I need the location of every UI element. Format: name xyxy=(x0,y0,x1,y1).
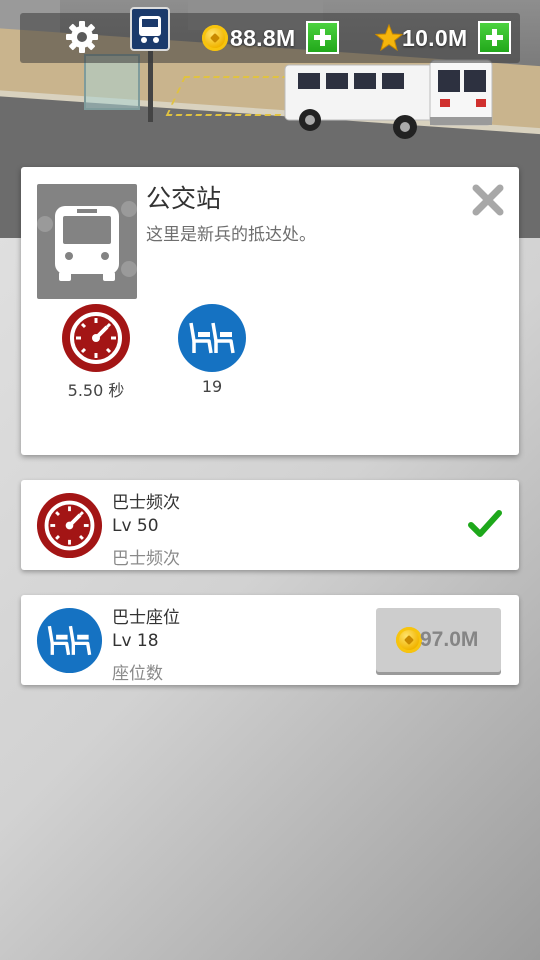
building-title: 公交站 xyxy=(146,184,222,213)
close-icon[interactable] xyxy=(471,183,505,217)
upgrade-row-bus-frequency: 巴士频次 Lv 50 巴士频次 xyxy=(21,480,519,570)
coins-balance: 88.8M xyxy=(230,25,296,51)
add-stars-button[interactable] xyxy=(478,21,511,54)
speedometer-icon xyxy=(36,492,103,559)
upgrade-row-bus-seats: 巴士座位 Lv 18 座位数 97.0M xyxy=(21,595,519,685)
bus-stop-sign-icon xyxy=(130,7,170,51)
upgrade-subtitle: 座位数 xyxy=(112,664,163,684)
stat-bus-frequency-value: 5.50 秒 xyxy=(67,381,125,400)
bus-icon xyxy=(284,59,493,139)
stars-balance: 10.0M xyxy=(402,25,468,51)
upgrade-level: Lv 50 xyxy=(112,516,159,536)
coin-icon xyxy=(396,627,422,653)
upgrade-name: 巴士座位 xyxy=(112,608,180,628)
stat-bus-seats: 19 xyxy=(167,303,257,396)
seat-icon xyxy=(36,607,103,674)
upgrade-cost: 97.0M xyxy=(420,628,479,651)
upgrade-level: Lv 18 xyxy=(112,631,159,651)
stat-bus-frequency: 5.50 秒 xyxy=(51,303,141,401)
checkmark-icon xyxy=(468,510,502,537)
bus-station-thumbnail xyxy=(37,184,137,299)
upgrade-name: 巴士频次 xyxy=(112,493,180,513)
speedometer-icon xyxy=(62,304,130,372)
seat-icon xyxy=(178,304,246,372)
star-icon xyxy=(375,24,403,52)
bus-front-icon xyxy=(37,201,137,281)
stat-bus-seats-value: 19 xyxy=(201,377,223,396)
gear-icon[interactable] xyxy=(64,19,100,55)
add-coins-button[interactable] xyxy=(306,21,339,54)
coin-icon xyxy=(202,25,228,51)
upgrade-seats-button[interactable]: 97.0M xyxy=(376,608,501,672)
building-info-card: 公交站 这里是新兵的抵达处。 5.50 秒 19 xyxy=(21,167,519,455)
upgrade-subtitle: 巴士频次 xyxy=(112,549,180,569)
building-description: 这里是新兵的抵达处。 xyxy=(146,225,316,245)
